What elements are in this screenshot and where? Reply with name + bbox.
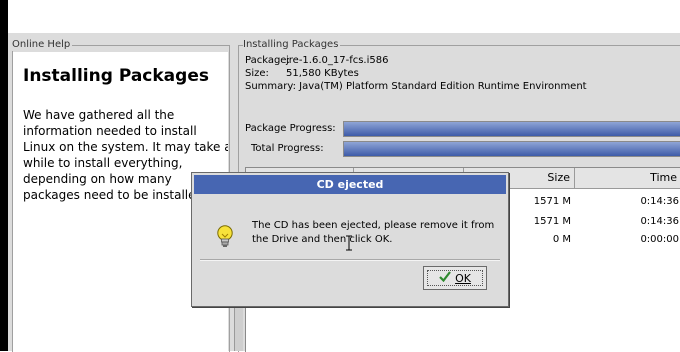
dialog-message: The CD has been ejected, please remove i… bbox=[252, 220, 495, 245]
ok-button-focus: OK bbox=[427, 270, 483, 286]
installing-legend: Installing Packages bbox=[243, 39, 341, 51]
row2-time: 0:14:36 bbox=[640, 216, 679, 227]
summary-row: Summary: Java(TM) Platform Standard Edit… bbox=[245, 81, 587, 93]
screen-edge bbox=[0, 0, 8, 351]
row1-time: 0:14:36 bbox=[640, 196, 679, 207]
help-legend: Online Help bbox=[12, 39, 73, 51]
row3-time: 0:00:00 bbox=[640, 234, 679, 245]
total-progress-label: Total Progress: bbox=[251, 143, 324, 154]
dialog-title: CD ejected bbox=[194, 175, 506, 194]
package-progress-fill bbox=[344, 122, 680, 136]
total-progress-fill bbox=[344, 142, 680, 156]
package-summary: Java(TM) Platform Standard Edition Runti… bbox=[299, 81, 587, 92]
ok-label: OK bbox=[455, 271, 471, 285]
package-key: Package: bbox=[245, 55, 290, 66]
package-name: jre-1.6.0_17-fcs.i586 bbox=[286, 55, 389, 66]
summary-key: Summary: bbox=[245, 81, 296, 92]
size-key: Size: bbox=[245, 68, 269, 79]
ok-button[interactable]: OK bbox=[423, 266, 487, 290]
package-progress-label: Package Progress: bbox=[245, 123, 336, 134]
row1-size: 1571 M bbox=[533, 196, 571, 207]
row2-size: 1571 M bbox=[533, 216, 571, 227]
row3-size: 0 M bbox=[552, 234, 571, 245]
column-header-time[interactable]: Time bbox=[575, 168, 680, 188]
total-progress-bar bbox=[343, 141, 680, 157]
package-row: Package:jre-1.6.0_17-fcs.i586 bbox=[245, 55, 388, 67]
package-size: 51,580 KBytes bbox=[286, 68, 359, 79]
package-progress-bar bbox=[343, 121, 680, 137]
checkmark-icon bbox=[439, 271, 451, 285]
size-row: Size: 51,580 KBytes bbox=[245, 68, 359, 80]
text-cursor-icon bbox=[346, 235, 352, 254]
lightbulb-icon bbox=[216, 225, 234, 252]
dialog-separator bbox=[200, 259, 500, 261]
help-title: Installing Packages bbox=[23, 66, 209, 86]
